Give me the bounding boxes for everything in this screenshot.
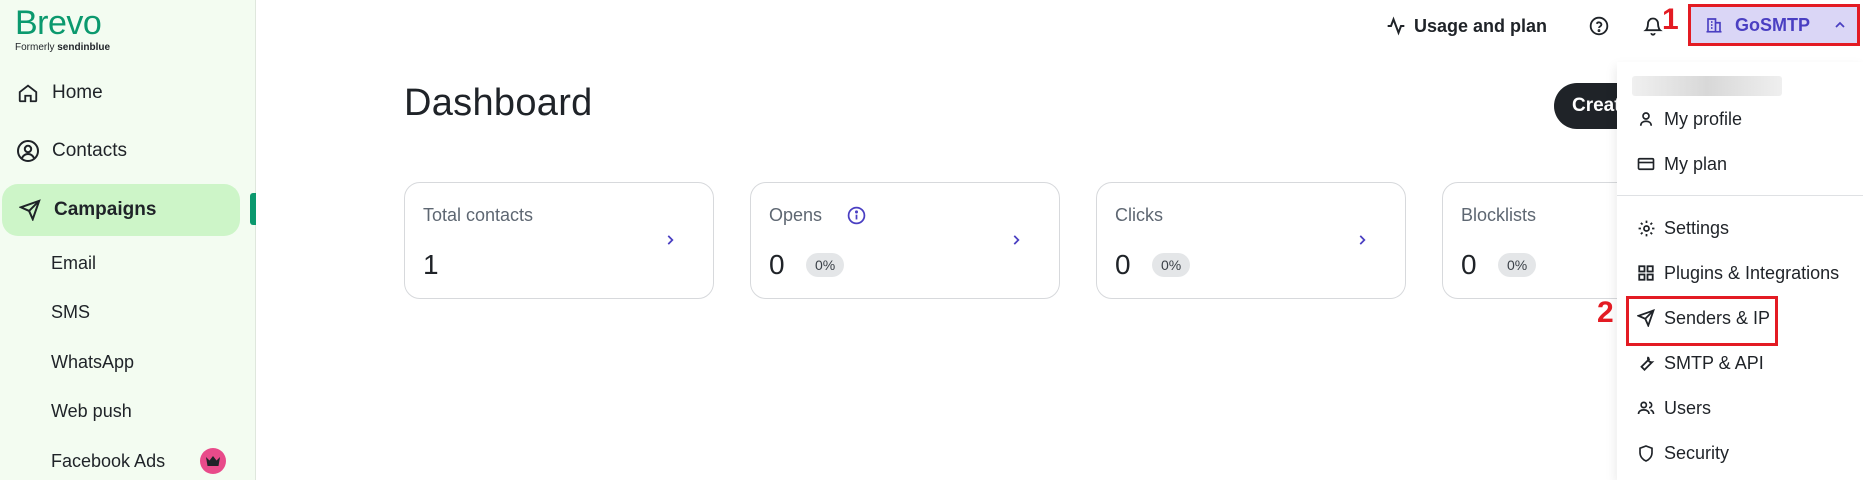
menu-item-settings[interactable]: Settings — [1617, 208, 1863, 248]
usage-label: Usage and plan — [1414, 15, 1548, 36]
annotation-marker-1: 1 — [1662, 3, 1679, 36]
sidebar-subitem-whatsapp[interactable]: WhatsApp — [51, 347, 134, 377]
menu-item-label: My profile — [1664, 108, 1743, 129]
menu-item-label: Settings — [1664, 217, 1730, 238]
info-icon[interactable] — [847, 206, 866, 225]
crown-icon — [200, 448, 226, 474]
chevron-right-icon — [1013, 235, 1020, 245]
account-name: GoSMTP — [1735, 14, 1810, 35]
bell-icon — [1643, 17, 1663, 36]
menu-item-label: My plan — [1664, 153, 1728, 174]
contacts-icon — [14, 137, 42, 165]
formerly-text: Formerly sendinblue — [15, 42, 110, 53]
user-icon — [1636, 109, 1656, 129]
usage-and-plan-button[interactable]: Usage and plan — [1386, 10, 1547, 42]
sidebar-subitem-sms[interactable]: SMS — [51, 297, 90, 327]
sidebar-item-label: Contacts — [52, 140, 127, 161]
menu-item-label: Users — [1664, 397, 1712, 418]
sidebar-subitem-web-push[interactable]: Web push — [51, 396, 132, 426]
menu-item-label: Plugins & Integrations — [1664, 262, 1840, 283]
formerly-name: sendinblue — [57, 42, 111, 53]
menu-item-label: SMTP & API — [1664, 352, 1764, 373]
sidebar-subitem-email[interactable]: Email — [51, 248, 96, 278]
menu-item-users[interactable]: Users — [1617, 388, 1863, 428]
stat-value: 0 — [1461, 249, 1477, 280]
sidebar-item-contacts[interactable]: Contacts — [0, 126, 256, 176]
annotation-marker-2: 2 — [1597, 296, 1614, 329]
sidebar-item-label: Home — [52, 82, 103, 103]
home-icon — [14, 79, 42, 107]
account-dropdown-menu: My profile My plan Settings Plugins & In… — [1617, 62, 1863, 480]
stat-card-clicks[interactable]: Clicks 0 0% — [1096, 182, 1406, 299]
menu-item-plugins-integrations[interactable]: Plugins & Integrations — [1617, 253, 1863, 293]
sidebar-item-home[interactable]: Home — [0, 68, 256, 118]
chevron-right-icon — [1359, 235, 1366, 245]
users-icon — [1636, 398, 1656, 418]
sidebar: Brevo Formerly sendinblue Home Contacts … — [0, 0, 256, 480]
help-icon — [1589, 16, 1609, 36]
stat-value: 1 — [423, 249, 439, 280]
page-title: Dashboard — [404, 82, 593, 124]
card-icon — [1636, 154, 1656, 174]
account-menu-button[interactable]: GoSMTP — [1688, 4, 1860, 46]
send-icon — [16, 196, 44, 224]
menu-item-smtp-api[interactable]: SMTP & API — [1617, 343, 1863, 383]
brand-name: Brevo — [15, 4, 102, 42]
menu-item-my-plan[interactable]: My plan — [1617, 144, 1863, 184]
stat-value: 0 — [769, 249, 785, 280]
sidebar-item-label: Campaigns — [54, 199, 157, 220]
building-icon — [1706, 18, 1722, 33]
shield-icon — [1636, 443, 1656, 463]
help-button[interactable] — [1589, 10, 1609, 42]
stat-label: Blocklists — [1461, 205, 1537, 225]
gear-icon — [1636, 218, 1656, 238]
menu-item-my-profile[interactable]: My profile — [1617, 99, 1863, 139]
menu-item-security[interactable]: Security — [1617, 433, 1863, 473]
formerly-prefix: Formerly — [15, 42, 55, 53]
redacted-account-email — [1632, 76, 1782, 96]
stat-value: 0 — [1115, 249, 1131, 280]
stat-label: Clicks — [1115, 205, 1163, 225]
activity-icon — [1387, 16, 1405, 36]
stat-percent-badge: 0% — [806, 253, 845, 277]
chevron-right-icon — [667, 235, 674, 245]
stat-label: Opens — [769, 205, 823, 225]
stat-label: Total contacts — [423, 205, 534, 225]
wrench-icon — [1636, 353, 1656, 373]
stat-card-opens[interactable]: Opens 0 0% — [750, 182, 1060, 299]
stat-percent-badge: 0% — [1498, 253, 1537, 277]
annotation-highlight-senders-ip — [1626, 296, 1778, 346]
sidebar-subitem-facebook-ads[interactable]: Facebook Ads — [51, 446, 165, 476]
grid-icon — [1636, 263, 1656, 283]
stat-card-total-contacts[interactable]: Total contacts 1 — [404, 182, 714, 299]
active-indicator — [250, 193, 256, 225]
menu-item-label: Security — [1664, 442, 1730, 463]
chevron-up-icon — [1835, 21, 1845, 28]
brevo-logo[interactable]: Brevo Formerly sendinblue — [15, 6, 110, 53]
notifications-button[interactable] — [1643, 10, 1663, 42]
menu-divider — [1617, 195, 1863, 196]
sidebar-item-campaigns[interactable]: Campaigns — [2, 184, 240, 236]
stat-percent-badge: 0% — [1152, 253, 1191, 277]
